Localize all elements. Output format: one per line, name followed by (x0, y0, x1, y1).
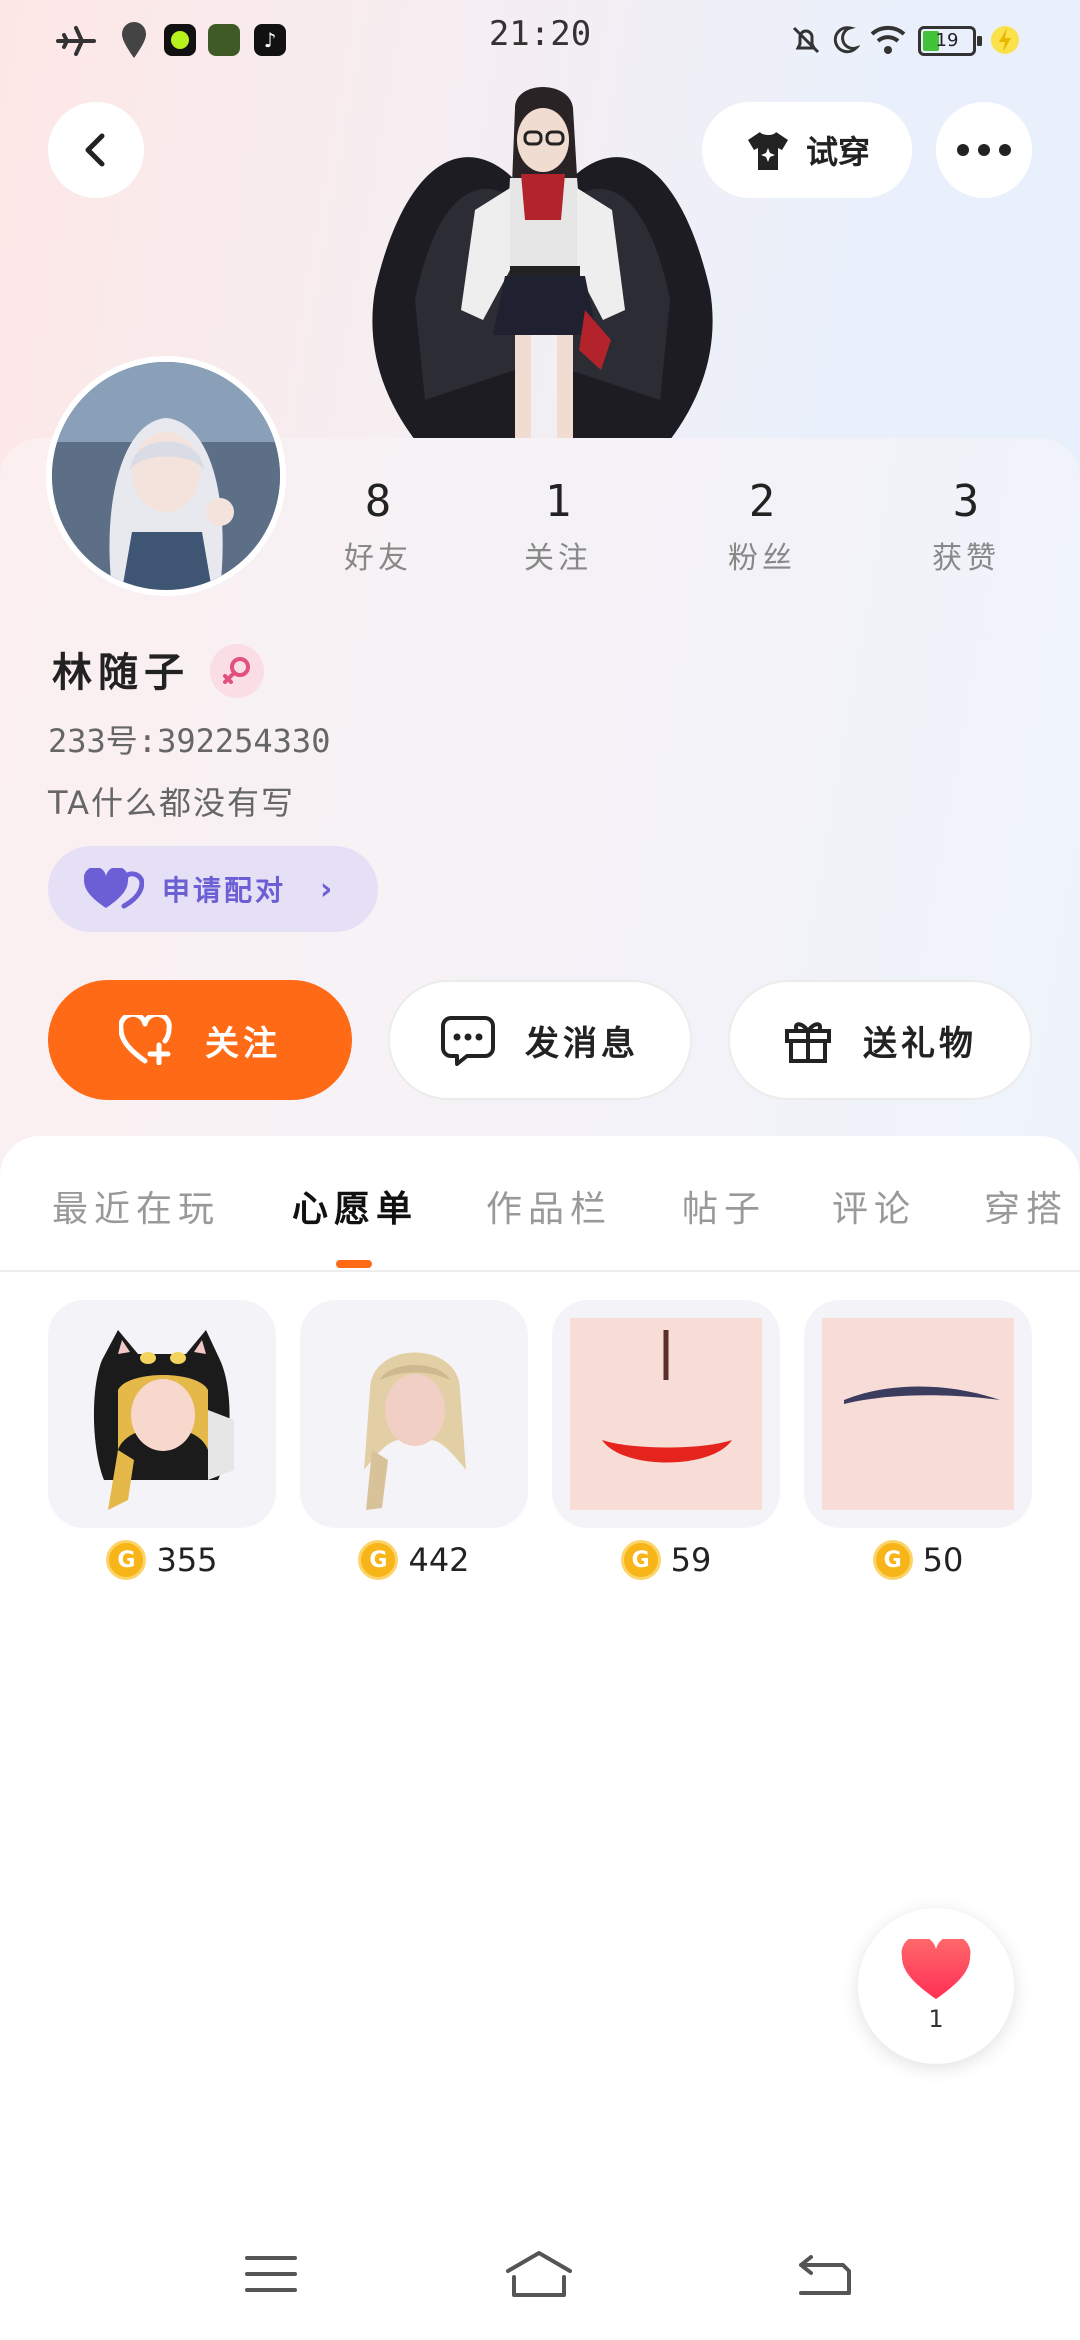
send-message-button[interactable]: 发消息 (388, 980, 692, 1100)
stat-likes-value: 3 (952, 476, 980, 527)
stat-fans-value: 2 (748, 476, 776, 527)
status-bar: ♪ 21:20 19 (0, 0, 1080, 80)
apply-pair-button[interactable]: 申请配对 › (48, 846, 378, 932)
nav-menu-button[interactable] (236, 2244, 306, 2304)
username: 林随子 (52, 650, 190, 696)
stat-fans[interactable]: 2 粉丝 (682, 476, 842, 577)
back-arrow-icon (85, 133, 105, 167)
chat-bubble-icon (441, 1016, 495, 1066)
coin-icon: G (620, 1540, 661, 1580)
return-icon (799, 2255, 851, 2295)
stat-friends[interactable]: 8 好友 (298, 476, 458, 577)
stat-fans-label: 粉丝 (728, 541, 796, 576)
character-3d-avatar[interactable] (365, 70, 720, 440)
item-price-value: 355 (156, 1541, 218, 1579)
stat-friends-label: 好友 (344, 541, 412, 576)
tshirt-icon (747, 132, 788, 170)
avatar-image (52, 362, 280, 590)
nav-home-button[interactable] (504, 2244, 574, 2304)
try-on-button[interactable]: 试穿 (702, 102, 912, 198)
wishlist-item[interactable]: G 59 (552, 1300, 780, 1580)
cat-hood-hair-image (93, 1330, 234, 1510)
female-icon (223, 657, 250, 684)
user-bio: TA什么都没有写 (48, 784, 295, 822)
coin-icon: G (358, 1540, 399, 1580)
item-price-value: 442 (408, 1541, 470, 1579)
follow-button[interactable]: 关注 (48, 980, 352, 1100)
mouth-makeup-image (570, 1318, 762, 1510)
send-message-label: 发消息 (525, 1023, 639, 1064)
mute-bell-icon (792, 26, 820, 54)
item-price-value: 59 (670, 1541, 712, 1579)
tab-comments[interactable]: 评论 (832, 1180, 916, 1232)
item-price: G 50 (804, 1540, 1032, 1580)
wishlist-item[interactable]: G 442 (300, 1300, 528, 1580)
item-thumbnail (300, 1300, 528, 1528)
item-thumbnail (804, 1300, 1032, 1528)
battery-indicator: 19 (918, 26, 982, 56)
blonde-hair-image (364, 1352, 466, 1510)
home-icon (506, 2251, 572, 2297)
stat-following-value: 1 (544, 476, 572, 527)
item-thumbnail (48, 1300, 276, 1528)
stat-following[interactable]: 1 关注 (478, 476, 638, 577)
follow-label: 关注 (205, 1023, 281, 1064)
heart-plus-icon (119, 1015, 172, 1065)
active-tab-indicator (336, 1260, 372, 1268)
user-id: 233号:392254330 (48, 722, 331, 760)
avatar[interactable] (46, 356, 286, 596)
wifi-icon (870, 25, 906, 54)
wishlist-item[interactable]: G 50 (804, 1300, 1032, 1580)
coin-icon: G (106, 1540, 147, 1580)
tab-works[interactable]: 作品栏 (486, 1180, 612, 1232)
send-gift-label: 送礼物 (863, 1023, 977, 1064)
gender-badge (210, 644, 264, 698)
stat-following-label: 关注 (524, 541, 592, 576)
stat-likes[interactable]: 3 获赞 (886, 476, 1046, 577)
try-on-label: 试穿 (805, 133, 870, 171)
more-dots-icon (957, 144, 1011, 156)
system-nav-bar (0, 2230, 1080, 2320)
tab-wishlist[interactable]: 心愿单 (292, 1180, 418, 1232)
coin-icon: G (872, 1540, 913, 1580)
item-price: G 355 (48, 1540, 276, 1580)
chevron-right-icon: › (320, 871, 336, 907)
back-button[interactable] (48, 102, 144, 198)
apply-pair-label: 申请配对 (162, 874, 287, 907)
profile-tabs: 最近在玩 心愿单 作品栏 帖子 评论 穿搭 (0, 1160, 1080, 1270)
item-price: G 59 (552, 1540, 780, 1580)
tab-posts[interactable]: 帖子 (682, 1180, 766, 1232)
menu-icon (245, 2256, 297, 2292)
nav-back-button[interactable] (790, 2244, 860, 2304)
eyebrow-makeup-image (822, 1318, 1014, 1510)
send-gift-button[interactable]: 送礼物 (728, 980, 1032, 1100)
heart-icon (901, 1939, 971, 1999)
like-button[interactable]: 1 (858, 1908, 1014, 2064)
stat-likes-label: 获赞 (932, 541, 1000, 576)
double-heart-icon (84, 868, 144, 909)
tab-recently-played[interactable]: 最近在玩 (52, 1180, 220, 1232)
tab-outfits[interactable]: 穿搭 (984, 1180, 1068, 1232)
gift-icon (785, 1022, 831, 1063)
item-price: G 442 (300, 1540, 528, 1580)
like-count: 1 (928, 2005, 944, 2033)
item-price-value: 50 (922, 1541, 964, 1579)
wishlist-item[interactable]: G 355 (48, 1300, 276, 1580)
item-thumbnail (552, 1300, 780, 1528)
moon-icon (833, 26, 860, 54)
tabs-divider (0, 1270, 1080, 1272)
charging-icon (991, 26, 1019, 54)
more-button[interactable] (936, 102, 1032, 198)
stat-friends-value: 8 (364, 476, 392, 527)
